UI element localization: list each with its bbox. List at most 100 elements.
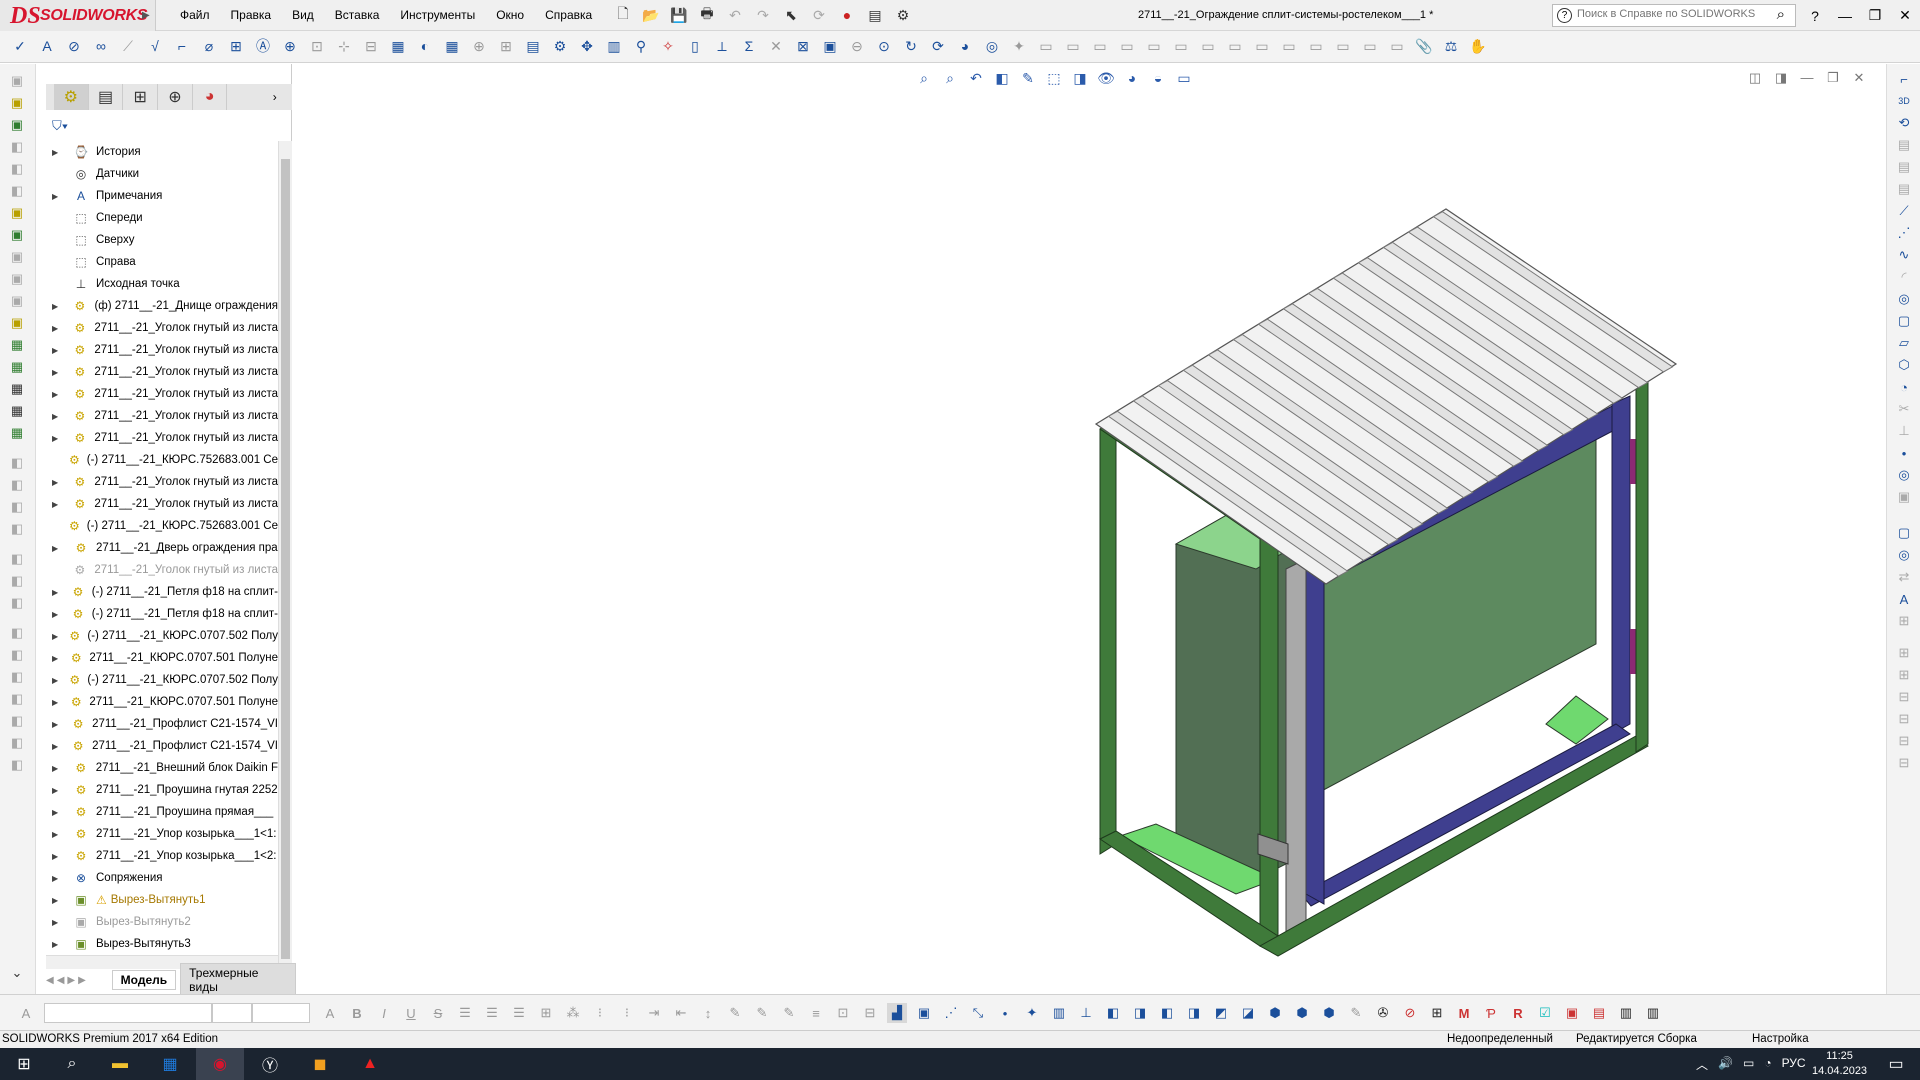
addin-11-icon[interactable]: ▥ — [1643, 1003, 1663, 1023]
bom-table-icon[interactable]: ▤ — [523, 36, 543, 56]
underline-icon[interactable]: U — [401, 1003, 421, 1023]
left-tool-4-icon[interactable]: ◧ — [8, 138, 26, 156]
front-view-icon[interactable]: ◧ — [1103, 1003, 1123, 1023]
left-tool-29-icon[interactable]: ◧ — [8, 712, 26, 730]
tree-item[interactable]: ▶ ⚙ (-) 2711__-21_Петля ф18 на сплит- — [46, 603, 278, 625]
italic-icon[interactable]: I — [374, 1003, 394, 1023]
relations-tool-icon[interactable]: ◎ — [1895, 466, 1913, 484]
rotate-view-icon[interactable]: ↻ — [901, 36, 921, 56]
tree-item[interactable]: ▶ ⊗ Сопряжения — [46, 867, 278, 889]
tree-item[interactable]: ▶ ⚙ (ф) 2711__-21_Днище ограждения — [46, 295, 278, 317]
tree-expand-icon[interactable]: ▶ — [52, 676, 62, 685]
left-tool-11-icon[interactable]: ▣ — [8, 292, 26, 310]
hide-show-items-icon[interactable]: 👁 — [1096, 68, 1116, 88]
toolbar-disabled-11[interactable]: ▭ — [1306, 36, 1326, 56]
layout-icon[interactable]: ⊞ — [496, 36, 516, 56]
tree-item[interactable]: ⚙ (-) 2711__-21_КЮРС.752683.001 Се — [46, 449, 278, 471]
tree-item[interactable]: ▶ ⚙ 2711__-21_Уголок гнутый из листа — [46, 317, 278, 339]
help-search-input[interactable] — [1577, 8, 1767, 20]
addin-2-icon[interactable]: ⊘ — [1400, 1003, 1420, 1023]
section-icon[interactable]: ✦ — [1009, 36, 1029, 56]
top-view-icon[interactable]: ◩ — [1211, 1003, 1231, 1023]
redo-icon[interactable]: ↷ — [752, 4, 774, 26]
viewport-split2-icon[interactable]: ◨ — [1768, 70, 1794, 86]
view-tool-6-icon[interactable]: ▥ — [1049, 1003, 1069, 1023]
sketch-tool-5-icon[interactable]: ▤ — [1895, 158, 1913, 176]
trim-tool-icon[interactable]: ✂ — [1895, 400, 1913, 418]
toolbar-disabled-10[interactable]: ▭ — [1279, 36, 1299, 56]
left-tool-25-icon[interactable]: ◧ — [8, 624, 26, 642]
tree-expand-icon[interactable]: ▶ — [52, 500, 65, 509]
viewport-restore-icon[interactable]: ❐ — [1820, 70, 1846, 86]
toolbar-disabled-6[interactable]: ▭ — [1171, 36, 1191, 56]
tree-item[interactable]: ▶ ⚙ 2711__-21_Дверь ограждения пра — [46, 537, 278, 559]
zoom-icon[interactable]: ⊖ — [847, 36, 867, 56]
isometric-view-icon[interactable]: ⬢ — [1265, 1003, 1285, 1023]
geometric-tolerance-icon[interactable]: ⊞ — [226, 36, 246, 56]
line-tool-icon[interactable]: ⟋ — [1895, 202, 1913, 220]
point-tool-icon[interactable]: • — [1895, 444, 1913, 462]
line-format-icon[interactable]: ⊡ — [833, 1003, 853, 1023]
tree-item[interactable]: ▶ ⚙ 2711__-21_Проушина гнутая 2252 — [46, 779, 278, 801]
tree-expand-icon[interactable]: ▶ — [52, 698, 63, 707]
zoom-to-area-icon[interactable]: ⌕ — [940, 68, 960, 88]
design-library-icon[interactable]: ✋ — [1468, 36, 1488, 56]
tree-item[interactable]: ▶ ▣ ⚠ Вырез-Вытянуть1 — [46, 889, 278, 911]
tree-expand-icon[interactable]: ▶ — [52, 346, 65, 355]
tree-item[interactable]: ▶ ⚙ 2711__-21_Проушина прямая___ — [46, 801, 278, 823]
view-settings-icon[interactable]: ▭ — [1174, 68, 1194, 88]
font-height-field[interactable] — [252, 1003, 310, 1023]
tree-item[interactable]: ▶ ▣ Вырез-Вытянуть3 — [46, 933, 278, 955]
viewport-split-icon[interactable]: ◫ — [1742, 70, 1768, 86]
mate-icon[interactable]: ✥ — [577, 36, 597, 56]
parallelogram-tool-icon[interactable]: ▱ — [1895, 334, 1913, 352]
tree-item[interactable]: ▶ ⚙ 2711__-21_Уголок гнутый из листа — [46, 339, 278, 361]
align-left-icon[interactable]: ☰ — [455, 1003, 475, 1023]
menu-window[interactable]: Окно — [496, 8, 524, 22]
tray-expand-icon[interactable]: ︿ — [1696, 1056, 1708, 1073]
tree-expand-icon[interactable]: ▶ — [52, 830, 66, 839]
left-tool-7-icon[interactable]: ▣ — [8, 204, 26, 222]
clock[interactable]: 11:25 14.04.2023 — [1812, 1049, 1867, 1079]
previous-view-icon[interactable]: ↶ — [966, 68, 986, 88]
graphics-area[interactable]: ⌕ ⌕ ↶ ◧ ✎ ⬚ ◨ 👁 ◕ ◒ ▭ ◫ ◨ — ❐ ✕ — [296, 64, 1886, 994]
left-tool-19-icon[interactable]: ◧ — [8, 476, 26, 494]
tree-expand-icon[interactable]: ▶ — [52, 764, 66, 773]
menu-file[interactable]: Файл — [180, 8, 210, 22]
viewport-minimize-icon[interactable]: — — [1794, 70, 1820, 86]
addin-10-icon[interactable]: ▥ — [1616, 1003, 1636, 1023]
addin-7-icon[interactable]: ☑ — [1535, 1003, 1555, 1023]
font-style-icon[interactable]: A — [16, 1003, 36, 1023]
sketch-tool-23-icon[interactable]: ◎ — [1895, 546, 1913, 564]
tree-expand-icon[interactable]: ▶ — [52, 918, 66, 927]
left-tool-21-icon[interactable]: ◧ — [8, 520, 26, 538]
apply-scene-icon[interactable]: ◒ — [1148, 68, 1168, 88]
revision-cloud-icon[interactable]: ◐ — [415, 36, 435, 56]
left-view-icon[interactable]: ◧ — [1157, 1003, 1177, 1023]
tree-expand-icon[interactable]: ▶ — [52, 368, 65, 377]
sketch-tool-24-icon[interactable]: ⇄ — [1895, 568, 1913, 586]
tree-item[interactable]: ◎ Датчики — [46, 163, 278, 185]
tree-item[interactable]: ▶ ⚙ 2711__-21_КЮРС.0707.501 Полуне — [46, 647, 278, 669]
sketch-tool-29-icon[interactable]: ⊟ — [1895, 688, 1913, 706]
tree-item[interactable]: ▶ ⚙ 2711__-21_Уголок гнутый из листа — [46, 493, 278, 515]
left-tool-17-icon[interactable]: ▦ — [8, 424, 26, 442]
view-tool-5-icon[interactable]: ✦ — [1022, 1003, 1042, 1023]
polygon-tool-icon[interactable]: ⬡ — [1895, 356, 1913, 374]
view-tool-3-icon[interactable]: ⤡ — [968, 1003, 988, 1023]
tree-item[interactable]: ▶ ⚙ 2711__-21_Уголок гнутый из листа — [46, 361, 278, 383]
toolbar-disabled-2[interactable]: ▭ — [1063, 36, 1083, 56]
windows-start-icon[interactable]: ⊞ — [0, 1048, 48, 1080]
symbol-icon[interactable]: ⁂ — [563, 1003, 583, 1023]
bullets-icon[interactable]: ⁝ — [590, 1003, 610, 1023]
normal-to-icon[interactable]: ⊥ — [1076, 1003, 1096, 1023]
font-icon[interactable]: A — [320, 1003, 340, 1023]
sketch-tool-32-icon[interactable]: ⊟ — [1895, 754, 1913, 772]
sketch-tool-28-icon[interactable]: ⊞ — [1895, 666, 1913, 684]
refresh-icon[interactable]: ⟳ — [928, 36, 948, 56]
dimxpert-tab-icon[interactable]: ⊕ — [158, 84, 193, 110]
left-tool-26-icon[interactable]: ◧ — [8, 646, 26, 664]
toolbar-disabled-1[interactable]: ▭ — [1036, 36, 1056, 56]
tree-item[interactable]: ▶ ⚙ 2711__-21_Внешний блок Daikin F — [46, 757, 278, 779]
tree-item[interactable]: ▶ ⚙ (-) 2711__-21_КЮРС.0707.502 Полу — [46, 669, 278, 691]
